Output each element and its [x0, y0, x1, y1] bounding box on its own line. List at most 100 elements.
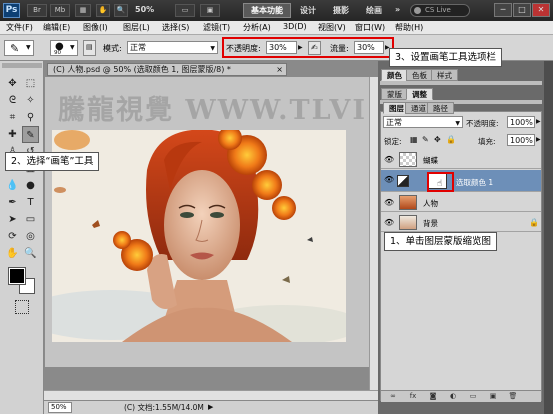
- blend-mode-select[interactable]: 正常 ▼: [383, 116, 463, 128]
- document-tab[interactable]: (C) 人物.psd @ 50% (选取颜色 1, 图层蒙版/8) * ×: [47, 63, 287, 76]
- lasso-tool-icon[interactable]: ᘓ: [4, 92, 21, 109]
- horizontal-scrollbar[interactable]: [44, 390, 378, 400]
- menu-filter[interactable]: 滤镜(T): [203, 22, 230, 33]
- quick-mask-icon[interactable]: [15, 300, 29, 314]
- panel-collapse-strip[interactable]: [544, 61, 553, 414]
- layer-thumbnail[interactable]: [399, 152, 417, 167]
- menu-analysis[interactable]: 分析(A): [243, 22, 271, 33]
- adjustment-layer-icon[interactable]: [397, 175, 409, 187]
- eyedropper-tool-icon[interactable]: ⚲: [22, 109, 39, 126]
- eye-icon[interactable]: 👁: [384, 198, 394, 207]
- tab-masks[interactable]: 蒙版: [381, 88, 408, 100]
- brush-tool-button[interactable]: ✎: [22, 126, 39, 143]
- hand-tool-icon[interactable]: ✋: [4, 245, 21, 262]
- type-tool-icon[interactable]: T: [22, 194, 39, 211]
- crop-tool-icon[interactable]: ⌗: [4, 109, 21, 126]
- layer-opacity-input[interactable]: 100%: [507, 116, 535, 128]
- callout-brush-tool: 2、选择“画笔”工具: [5, 152, 100, 171]
- tab-styles[interactable]: 样式: [431, 69, 458, 81]
- menu-view[interactable]: 视图(V): [318, 22, 346, 33]
- layer-thumbnail[interactable]: [399, 215, 417, 230]
- mode-select[interactable]: 正常 ▼: [127, 41, 218, 54]
- close-button[interactable]: ✕: [532, 3, 550, 17]
- layer-row-background[interactable]: 👁 背景 🔒: [381, 213, 541, 232]
- tab-adjustments[interactable]: 调整: [406, 88, 433, 100]
- 3d-orbit-tool-icon[interactable]: ◎: [22, 228, 39, 245]
- lock-all-icon[interactable]: 🔒: [446, 135, 456, 144]
- marquee-tool-icon[interactable]: ⬚: [22, 75, 39, 92]
- menu-select[interactable]: 选择(S): [162, 22, 189, 33]
- blur-tool-icon[interactable]: 💧: [4, 177, 21, 194]
- layer-row-selective-color[interactable]: 👁 ☝ 选取颜色 1: [381, 170, 541, 192]
- layer-style-icon[interactable]: fx: [407, 392, 419, 401]
- brush-panel-toggle[interactable]: ▤: [83, 40, 96, 56]
- workspace-painting[interactable]: 绘画: [366, 5, 382, 16]
- brush-preset-picker[interactable]: ● 90 ▼: [50, 40, 78, 56]
- layer-row-butterfly[interactable]: 👁 蝴蝶: [381, 150, 541, 169]
- title-zoom-level[interactable]: 50%: [135, 5, 154, 14]
- pen-tool-icon[interactable]: ✒: [4, 194, 21, 211]
- maximize-button[interactable]: □: [513, 3, 531, 17]
- menu-window[interactable]: 窗口(W): [355, 22, 385, 33]
- menu-file[interactable]: 文件(F): [6, 22, 33, 33]
- screen-mode-icon[interactable]: ▣: [200, 4, 220, 17]
- minimize-button[interactable]: ─: [494, 3, 512, 17]
- zoom-tool-icon[interactable]: 🔍: [22, 245, 39, 262]
- tool-preset-picker[interactable]: ✎ ▼: [4, 40, 34, 56]
- magic-wand-tool-icon[interactable]: ✧: [22, 92, 39, 109]
- menu-bar: 文件(F) 编辑(E) 图像(I) 图层(L) 选择(S) 滤镜(T) 分析(A…: [0, 21, 553, 35]
- zoom-icon[interactable]: 🔍: [114, 4, 128, 17]
- layer-name[interactable]: 蝴蝶: [423, 155, 438, 166]
- new-layer-icon[interactable]: ▣: [487, 392, 499, 401]
- lock-position-icon[interactable]: ✥: [434, 135, 441, 144]
- tab-paths[interactable]: 路径: [427, 102, 454, 114]
- layer-name[interactable]: 人物: [423, 198, 438, 209]
- fill-input[interactable]: 100%: [507, 134, 535, 146]
- vertical-scrollbar[interactable]: [369, 77, 378, 390]
- foreground-color-swatch[interactable]: [8, 267, 26, 285]
- trash-icon[interactable]: 🗑: [507, 392, 519, 401]
- minibridge-icon[interactable]: Mb: [50, 4, 70, 17]
- toolbox-grip[interactable]: [2, 63, 42, 68]
- new-group-icon[interactable]: ▭: [467, 392, 479, 401]
- zoom-level-input[interactable]: 50%: [48, 402, 72, 413]
- workspace-photography[interactable]: 摄影: [333, 5, 349, 16]
- eye-icon[interactable]: 👁: [384, 175, 394, 184]
- shape-tool-icon[interactable]: ▭: [22, 211, 39, 228]
- layer-name[interactable]: 背景: [423, 218, 438, 229]
- menu-layer[interactable]: 图层(L): [123, 22, 150, 33]
- link-layers-icon[interactable]: ∞: [387, 392, 399, 401]
- workspace-design[interactable]: 设计: [300, 5, 316, 16]
- menu-image[interactable]: 图像(I): [83, 22, 108, 33]
- close-tab-icon[interactable]: ×: [276, 64, 283, 75]
- menu-3d[interactable]: 3D(D): [283, 22, 307, 31]
- guides-icon[interactable]: ▦: [75, 4, 91, 17]
- path-selection-tool-icon[interactable]: ➤: [4, 211, 21, 228]
- lock-transparent-icon[interactable]: ▦: [410, 135, 418, 144]
- new-adjustment-icon[interactable]: ◐: [447, 392, 459, 401]
- tab-color[interactable]: 颜色: [381, 69, 408, 81]
- layer-thumbnail[interactable]: [399, 195, 417, 210]
- hand-icon[interactable]: ✋: [96, 4, 110, 17]
- healing-brush-tool-icon[interactable]: ✚: [4, 126, 21, 143]
- opacity-slider-toggle[interactable]: ▶: [536, 118, 541, 125]
- workspace-essentials[interactable]: 基本功能: [243, 3, 291, 18]
- layer-name[interactable]: 选取颜色 1: [456, 177, 493, 188]
- tab-swatches[interactable]: 色板: [406, 69, 433, 81]
- bridge-icon[interactable]: Br: [27, 4, 47, 17]
- add-mask-icon[interactable]: ◙: [427, 392, 439, 401]
- menu-help[interactable]: 帮助(H): [395, 22, 423, 33]
- eye-icon[interactable]: 👁: [384, 218, 394, 227]
- dodge-tool-icon[interactable]: ●: [22, 177, 39, 194]
- fill-slider-toggle[interactable]: ▶: [536, 136, 541, 143]
- arrange-icon[interactable]: ▭: [175, 4, 195, 17]
- menu-edit[interactable]: 编辑(E): [43, 22, 70, 33]
- chevron-down-icon: ▼: [455, 120, 460, 127]
- lock-pixels-icon[interactable]: ✎: [422, 135, 429, 144]
- eye-icon[interactable]: 👁: [384, 155, 394, 164]
- move-tool-icon[interactable]: ✥: [4, 75, 21, 92]
- workspace-more[interactable]: »: [395, 5, 400, 14]
- status-menu-arrow-icon[interactable]: ▶: [208, 403, 213, 411]
- 3d-rotate-tool-icon[interactable]: ⟳: [4, 228, 21, 245]
- layer-row-person[interactable]: 👁 人物: [381, 193, 541, 212]
